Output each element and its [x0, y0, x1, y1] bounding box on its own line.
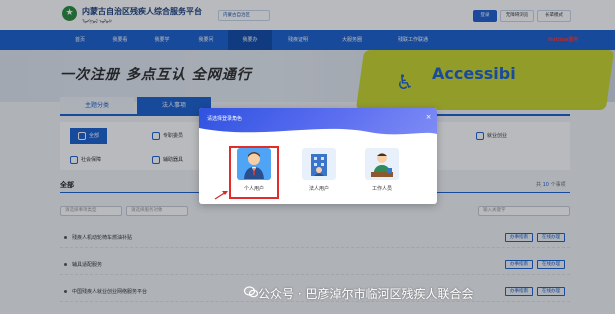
watermark-text: 公众号 · 巴彦淖尔市临河区残疾人联合会 [258, 287, 474, 301]
dialog-title: 请选择登录角色 [207, 116, 243, 122]
role-label: 工作人员 [371, 186, 392, 192]
header-wave-decoration [199, 128, 437, 142]
role-label: 法人用户 [308, 186, 329, 192]
pointer-arrow-icon [214, 191, 228, 200]
role-staff[interactable]: 工作人员 [359, 148, 405, 192]
building-icon [302, 148, 336, 180]
role-card [302, 148, 336, 180]
role-legal-person[interactable]: 法人用户 [296, 148, 342, 192]
selection-highlight-box [229, 146, 279, 199]
close-icon[interactable]: × [424, 113, 433, 122]
staff-icon [365, 148, 399, 180]
wechat-icon [244, 286, 258, 298]
role-select-dialog: 请选择登录角色 × 个人用户 法人用户 工作人员 [199, 108, 437, 204]
role-card [365, 148, 399, 180]
